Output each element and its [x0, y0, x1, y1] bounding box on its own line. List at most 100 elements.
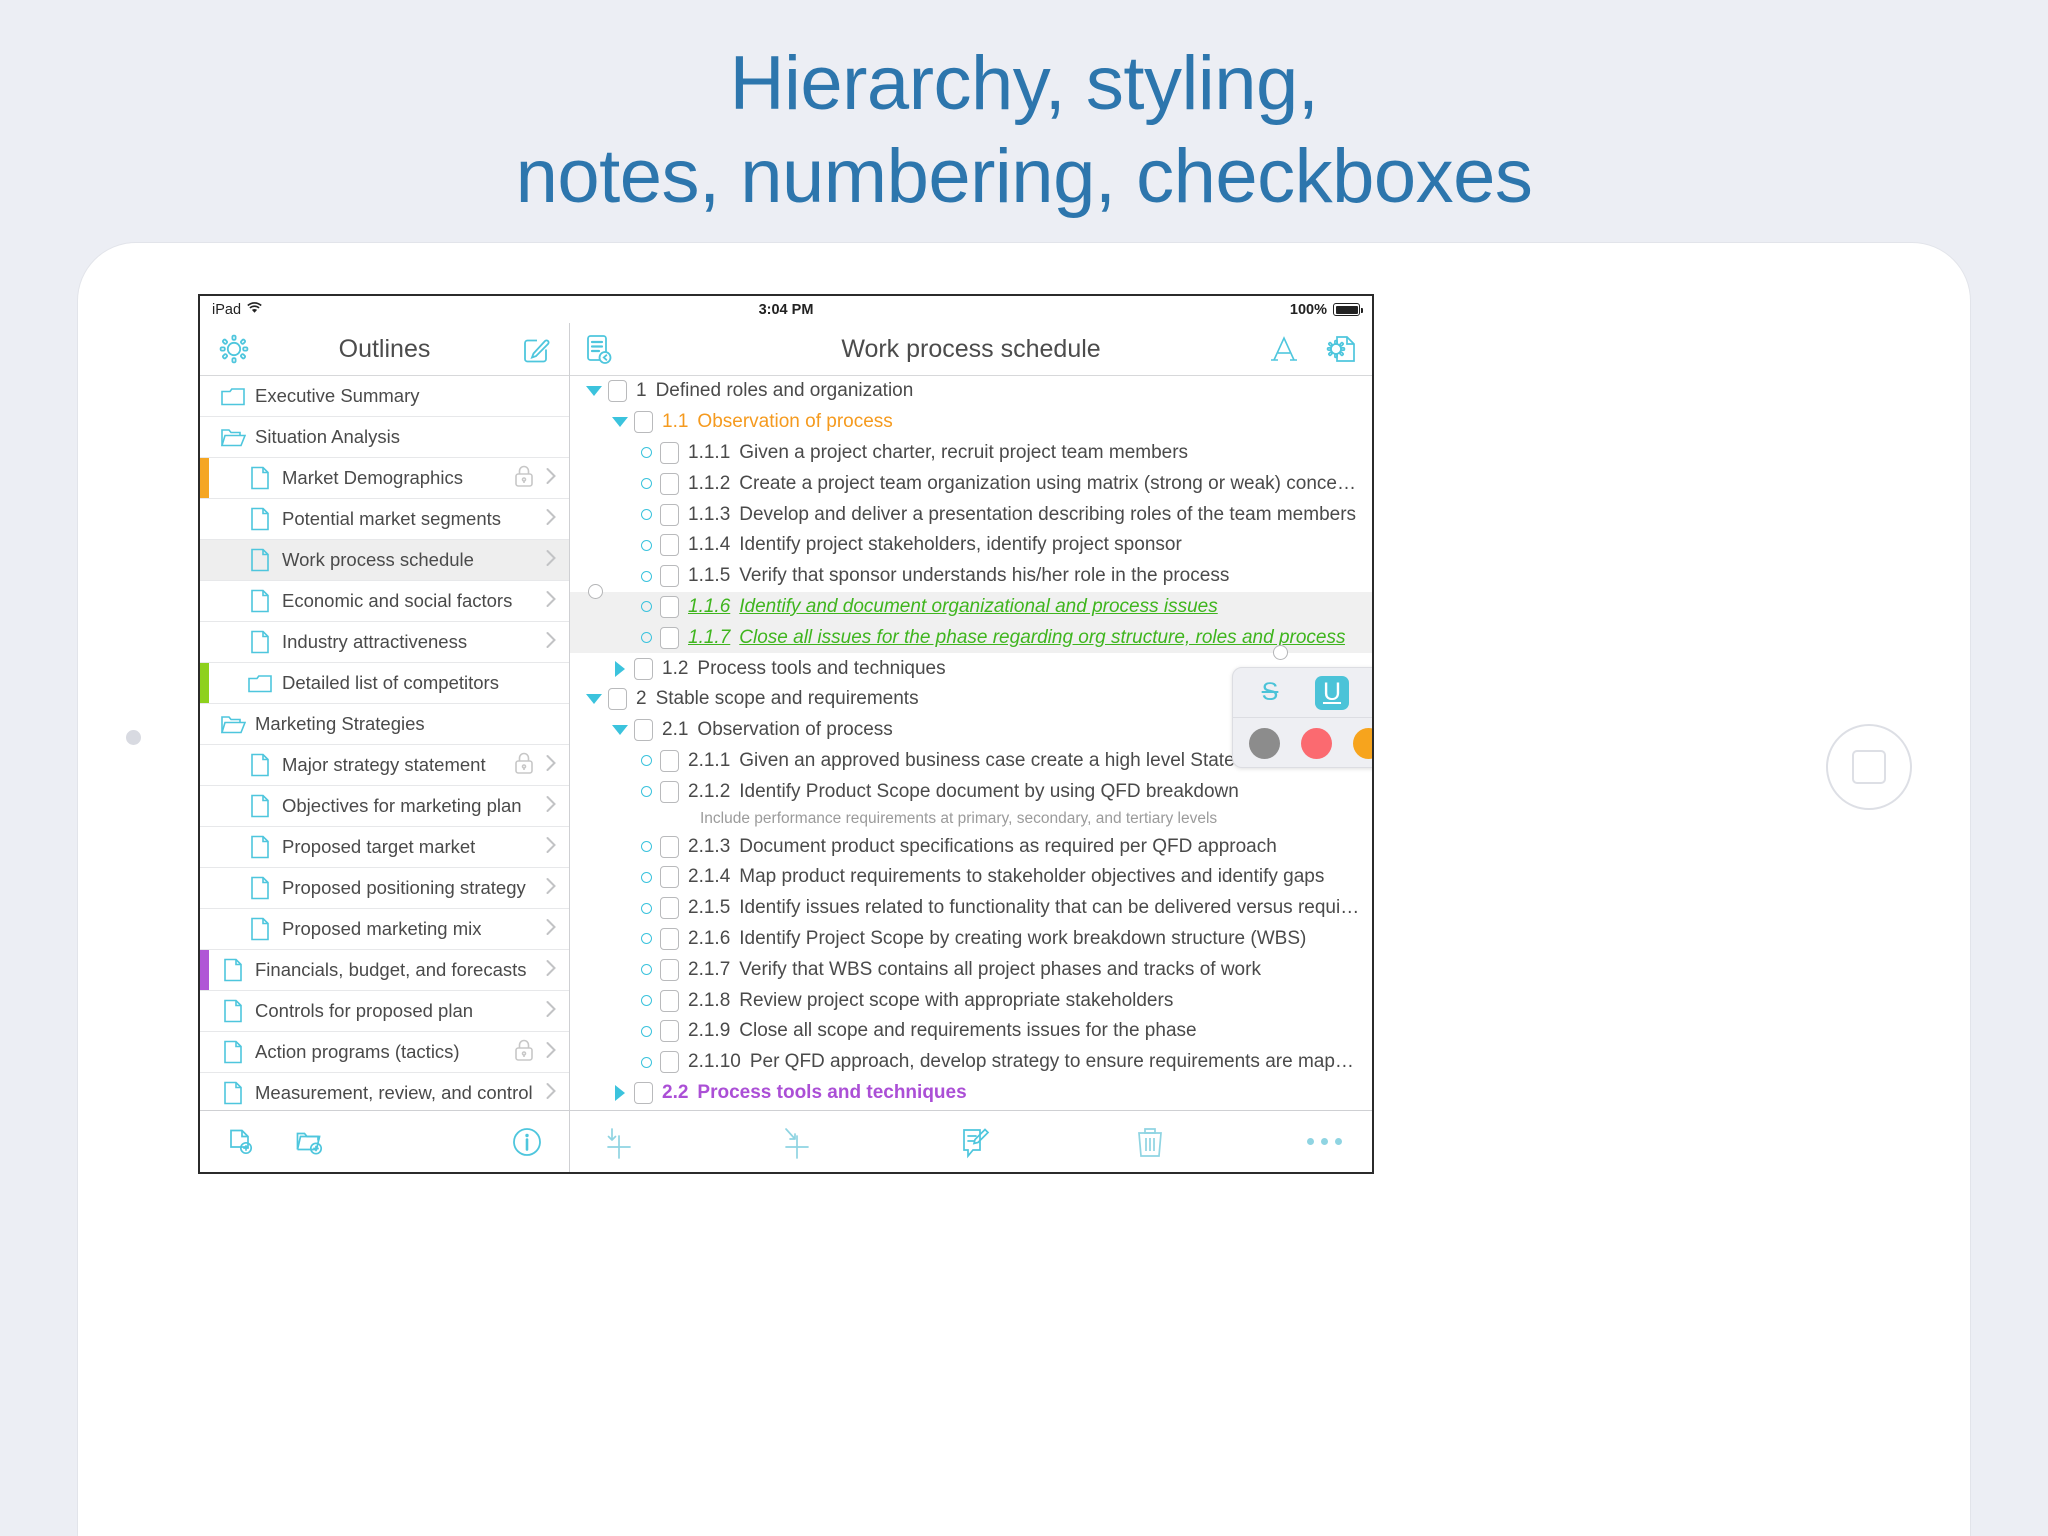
sidebar-item-controls-for-proposed-plan[interactable]: Controls for proposed plan — [200, 991, 569, 1032]
add-row-below-icon[interactable] — [600, 1123, 638, 1161]
add-child-row-icon[interactable] — [778, 1123, 816, 1161]
info-icon[interactable] — [511, 1126, 543, 1158]
outline-row[interactable]: 1.1 Observation of process — [570, 407, 1372, 438]
outline-row[interactable]: 1.1.7 Close all issues for the phase rega… — [570, 622, 1372, 654]
row-checkbox[interactable] — [660, 1051, 679, 1074]
sidebar-item-objectives-for-marketing-plan[interactable]: Objectives for marketing plan — [200, 786, 569, 827]
chevron-right-icon[interactable] — [543, 915, 559, 944]
selection-handle-end[interactable] — [1273, 645, 1288, 660]
sidebar-item-proposed-marketing-mix[interactable]: Proposed marketing mix — [200, 909, 569, 950]
underline-button[interactable]: U — [1315, 675, 1349, 710]
outline-row[interactable]: 2.1.3 Document product specifications as … — [570, 831, 1372, 862]
row-checkbox[interactable] — [660, 1020, 679, 1043]
selection-handle-start[interactable] — [588, 584, 603, 599]
row-checkbox[interactable] — [660, 780, 679, 803]
outline-note[interactable]: Roles and responsibility assignment temp… — [570, 1108, 1372, 1110]
sidebar-item-action-programs-tactics[interactable]: Action programs (tactics) — [200, 1032, 569, 1073]
sidebar-item-situation-analysis[interactable]: Situation Analysis — [200, 417, 569, 458]
color-swatch-red[interactable] — [1300, 727, 1332, 759]
row-checkbox[interactable] — [660, 835, 679, 858]
row-checkbox[interactable] — [660, 503, 679, 526]
outline-row[interactable]: 1.1.2 Create a project team organization … — [570, 468, 1372, 499]
strikethrough-button[interactable]: S — [1253, 676, 1287, 710]
sidebar-item-work-process-schedule[interactable]: Work process schedule — [200, 540, 569, 581]
sidebar-item-marketing-strategies[interactable]: Marketing Strategies — [200, 704, 569, 745]
chevron-right-icon[interactable] — [543, 464, 559, 493]
home-button[interactable] — [1826, 724, 1912, 810]
sidebar-item-financials-budget-and-forecasts[interactable]: Financials, budget, and forecasts — [200, 950, 569, 991]
row-checkbox[interactable] — [634, 1081, 653, 1104]
sidebar-item-economic-and-social-factors[interactable]: Economic and social factors — [200, 581, 569, 622]
outline-row[interactable]: 2.1.4 Map product requirements to stakeho… — [570, 862, 1372, 893]
outline-row[interactable]: 2.1.2 Identify Product Scope document by … — [570, 776, 1372, 807]
add-note-icon[interactable] — [956, 1123, 994, 1161]
outline-row[interactable]: 2.1.5 Identify issues related to function… — [570, 893, 1372, 924]
row-checkbox[interactable] — [660, 897, 679, 920]
outline-row[interactable]: 1.1.5 Verify that sponsor understands his… — [570, 561, 1372, 592]
chevron-right-icon[interactable] — [543, 1079, 559, 1108]
chevron-right-icon[interactable] — [543, 956, 559, 985]
row-checkbox[interactable] — [660, 958, 679, 981]
row-checkbox[interactable] — [608, 380, 627, 403]
sidebar-item-measurement-review-and-control[interactable]: Measurement, review, and control — [200, 1073, 569, 1110]
outline-row[interactable]: 2.1.10 Per QFD approach, develop strategy… — [570, 1047, 1372, 1078]
row-checkbox[interactable] — [660, 626, 679, 649]
triangle-right-icon[interactable] — [606, 660, 634, 677]
color-swatch-gray[interactable] — [1249, 727, 1281, 759]
sidebar-item-major-strategy-statement[interactable]: Major strategy statement — [200, 745, 569, 786]
outline-note[interactable]: Include performance requirements at prim… — [570, 807, 1372, 831]
triangle-right-icon[interactable] — [606, 1084, 634, 1101]
sidebar-item-potential-market-segments[interactable]: Potential market segments — [200, 499, 569, 540]
font-A-icon[interactable] — [1268, 333, 1300, 365]
row-checkbox[interactable] — [608, 688, 627, 711]
row-checkbox[interactable] — [660, 534, 679, 557]
document-back-icon[interactable] — [584, 333, 614, 365]
chevron-right-icon[interactable] — [543, 505, 559, 534]
row-checkbox[interactable] — [660, 927, 679, 950]
outline-row[interactable]: 1.1.1 Given a project charter, recruit pr… — [570, 438, 1372, 469]
triangle-down-icon[interactable] — [606, 725, 634, 736]
chevron-right-icon[interactable] — [543, 546, 559, 575]
outline-row[interactable]: 2.1.9 Close all scope and requirements is… — [570, 1016, 1372, 1047]
color-swatch-orange[interactable] — [1352, 727, 1372, 759]
trash-icon[interactable] — [1133, 1123, 1167, 1161]
sidebar-item-market-demographics[interactable]: Market Demographics — [200, 458, 569, 499]
triangle-down-icon[interactable] — [606, 417, 634, 428]
compose-icon[interactable] — [521, 334, 551, 364]
outline-row[interactable]: 1.1.3 Develop and deliver a presentation … — [570, 499, 1372, 530]
chevron-right-icon[interactable] — [543, 751, 559, 780]
outline-row[interactable]: 1.1.6 Identify and document organizationa… — [570, 591, 1372, 623]
sidebar-item-detailed-list-of-competitors[interactable]: Detailed list of competitors — [200, 663, 569, 704]
chevron-right-icon[interactable] — [543, 833, 559, 862]
outline-row[interactable]: 1 Defined roles and organization — [570, 376, 1372, 407]
more-options-icon[interactable] — [1307, 1138, 1342, 1145]
row-checkbox[interactable] — [660, 565, 679, 588]
chevron-right-icon[interactable] — [543, 587, 559, 616]
outline-row[interactable]: 2.2 Process tools and techniques — [570, 1078, 1372, 1109]
row-checkbox[interactable] — [634, 411, 653, 434]
row-checkbox[interactable] — [634, 657, 653, 680]
row-checkbox[interactable] — [660, 595, 679, 618]
outline-row[interactable]: 2.1.8 Review project scope with appropria… — [570, 985, 1372, 1016]
row-checkbox[interactable] — [660, 866, 679, 889]
row-checkbox[interactable] — [660, 749, 679, 772]
gear-icon[interactable] — [218, 333, 250, 365]
outline-row[interactable]: 2.1.7 Verify that WBS contains all projec… — [570, 954, 1372, 985]
chevron-right-icon[interactable] — [543, 997, 559, 1026]
outline-row[interactable]: 2.1.6 Identify Project Scope by creating … — [570, 924, 1372, 955]
chevron-right-icon[interactable] — [543, 628, 559, 657]
sidebar-item-industry-attractiveness[interactable]: Industry attractiveness — [200, 622, 569, 663]
new-document-icon[interactable] — [226, 1127, 256, 1157]
row-checkbox[interactable] — [634, 719, 653, 742]
chevron-right-icon[interactable] — [543, 874, 559, 903]
row-checkbox[interactable] — [660, 441, 679, 464]
row-checkbox[interactable] — [660, 989, 679, 1012]
sidebar-item-proposed-positioning-strategy[interactable]: Proposed positioning strategy — [200, 868, 569, 909]
new-folder-icon[interactable] — [294, 1127, 326, 1157]
triangle-down-icon[interactable] — [580, 386, 608, 397]
triangle-down-icon[interactable] — [580, 694, 608, 705]
chevron-right-icon[interactable] — [543, 792, 559, 821]
chevron-right-icon[interactable] — [543, 1038, 559, 1067]
sidebar-item-proposed-target-market[interactable]: Proposed target market — [200, 827, 569, 868]
sidebar-item-executive-summary[interactable]: Executive Summary — [200, 376, 569, 417]
